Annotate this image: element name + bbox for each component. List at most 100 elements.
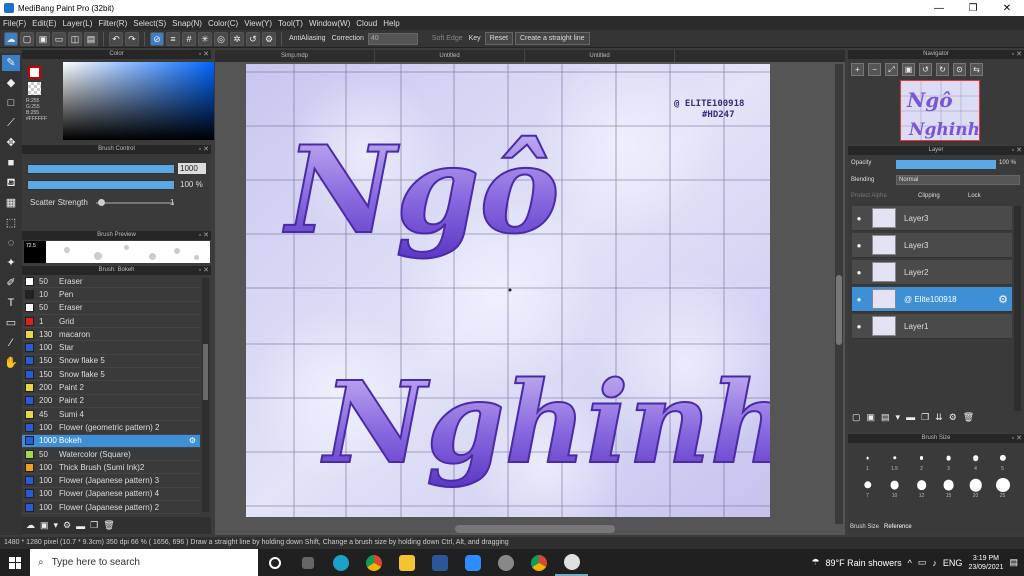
fill-rect-icon[interactable]: ■ xyxy=(2,155,20,171)
snap-settings-icon[interactable]: ⚙ xyxy=(262,31,276,46)
new-layer-icon[interactable]: ▢ xyxy=(852,412,861,423)
brush-list-item[interactable]: 1000 Bokeh ⚙ xyxy=(22,434,200,448)
bucket-tool-icon[interactable]: ⛾ xyxy=(2,175,20,191)
select-tool-icon[interactable]: ⬚ xyxy=(2,215,20,231)
tab-brush-size[interactable]: Brush Size xyxy=(850,524,879,530)
visibility-eye-icon[interactable]: ● xyxy=(852,295,866,304)
gradient-tool-icon[interactable]: ▦ xyxy=(2,195,20,211)
brush-size-value[interactable]: 1000 xyxy=(178,163,206,174)
select-pen-icon[interactable]: ✐ xyxy=(2,275,20,291)
minimize-button[interactable]: — xyxy=(922,3,956,14)
panel-close-icon[interactable]: ▫ ✕ xyxy=(199,266,209,275)
brush-size-option[interactable]: 1 xyxy=(854,448,881,473)
taskbar-search[interactable]: ⌕ Type here to search xyxy=(30,549,258,576)
brush-size-option[interactable]: 2 xyxy=(908,448,935,473)
close-button[interactable]: ✕ xyxy=(990,3,1024,14)
file-explorer-icon[interactable] xyxy=(390,549,423,576)
reset-rotation-icon[interactable]: ⊙ xyxy=(953,63,966,76)
reset-button[interactable]: Reset xyxy=(484,32,513,45)
brush-settings-icon[interactable]: ⚙ xyxy=(63,520,71,531)
rotate-right-icon[interactable]: ↻ xyxy=(936,63,949,76)
layer-row[interactable]: ● @ Elite100918 ⚙ xyxy=(852,287,1012,312)
panel-close-icon[interactable]: ▫ ✕ xyxy=(199,231,209,240)
snap-off-icon[interactable]: ⊘ xyxy=(150,31,164,46)
panel-close-icon[interactable]: ▫ ✕ xyxy=(199,50,209,59)
brush-size-slider[interactable] xyxy=(27,164,175,174)
soft-edge-checkbox[interactable]: Soft Edge xyxy=(430,35,465,42)
brush-size-option[interactable]: 20 xyxy=(962,475,989,500)
delete-icon[interactable]: 🗑 xyxy=(103,520,114,531)
panel-close-icon[interactable]: ▫ ✕ xyxy=(1012,146,1022,155)
line-tool-icon[interactable]: ⟋ xyxy=(2,115,20,131)
maximize-button[interactable]: ❐ xyxy=(956,3,990,14)
menu-cloud[interactable]: Cloud xyxy=(353,19,380,28)
notification-icon[interactable]: ▤ xyxy=(1009,557,1018,568)
panel-close-icon[interactable]: ▫ ✕ xyxy=(199,145,209,154)
canvas-vscroll-thumb[interactable] xyxy=(836,275,842,345)
clock[interactable]: 3:19 PM 23/09/2021 xyxy=(968,554,1003,572)
folder-icon[interactable]: ▬ xyxy=(76,521,85,531)
language-indicator[interactable]: ENG xyxy=(943,558,963,568)
menu-help[interactable]: Help xyxy=(380,19,402,28)
brush-list-item[interactable]: 130 macaron xyxy=(22,328,200,342)
zoom-in-icon[interactable]: + xyxy=(851,63,864,76)
dot-tool-icon[interactable]: □ xyxy=(2,95,20,111)
lasso-tool-icon[interactable]: ◌ xyxy=(2,235,20,251)
layer-row[interactable]: ● Layer3 xyxy=(852,206,1012,231)
tray-chevron-icon[interactable]: ^ xyxy=(908,558,912,568)
weather-icon[interactable]: ☂ xyxy=(811,557,819,568)
brush-size-option[interactable]: 15 xyxy=(935,475,962,500)
tab-reference[interactable]: Reference xyxy=(884,524,912,530)
visibility-eye-icon[interactable]: ● xyxy=(852,268,866,277)
brush-list-item[interactable]: 45 Sumi 4 xyxy=(22,408,200,422)
lock-checkbox[interactable]: Lock xyxy=(968,193,981,199)
delete-layer-icon[interactable]: 🗑 xyxy=(963,412,974,423)
duplicate-layer-icon[interactable]: ❐ xyxy=(921,412,929,423)
brush-list-scroll-thumb[interactable] xyxy=(203,344,208,400)
add-brush-icon[interactable]: ▣ xyxy=(40,520,49,531)
zoom-out-icon[interactable]: − xyxy=(868,63,881,76)
visibility-eye-icon[interactable]: ● xyxy=(852,241,866,250)
brush-list-item[interactable]: 100 Flower (geometric pattern) 2 xyxy=(22,421,200,435)
visibility-eye-icon[interactable]: ● xyxy=(852,214,866,223)
blending-select[interactable]: Normal xyxy=(896,175,1020,185)
protect-alpha-checkbox[interactable]: Protect Alpha xyxy=(851,193,887,199)
layer-folder-icon[interactable]: ▬ xyxy=(906,412,915,423)
scatter-slider-handle[interactable] xyxy=(98,199,105,206)
tab-untitled-1[interactable]: Untitled xyxy=(375,50,525,62)
layer-add-menu-icon[interactable]: ▾ xyxy=(896,412,901,423)
flip-icon[interactable]: ⇆ xyxy=(970,63,983,76)
menu-edit[interactable]: Edit(E) xyxy=(29,19,59,28)
panel-close-icon[interactable]: ▫ ✕ xyxy=(1012,434,1022,443)
zoom-icon[interactable] xyxy=(456,549,489,576)
brush-size-option[interactable]: 1.5 xyxy=(881,448,908,473)
brush-list-item[interactable]: 150 Snow flake 5 xyxy=(22,355,200,369)
drawing-canvas[interactable]: Ngô Nghinh @ ELITE100918 #HD247 xyxy=(246,64,770,517)
new-file-icon[interactable]: ▢ xyxy=(20,31,34,46)
tab-simp[interactable]: Simp.mdp xyxy=(215,50,375,62)
brush-opacity-slider[interactable] xyxy=(27,180,175,190)
saturation-value-picker[interactable] xyxy=(63,62,214,140)
merge-down-icon[interactable]: ⇊ xyxy=(935,412,943,423)
new-layer-8bit-icon[interactable]: ▣ xyxy=(867,412,876,423)
menu-layer[interactable]: Layer(L) xyxy=(60,19,96,28)
word-icon[interactable] xyxy=(423,549,456,576)
medibang-icon[interactable] xyxy=(555,549,588,576)
snap-concentric-icon[interactable]: ◎ xyxy=(214,31,228,46)
transparent-swatch[interactable] xyxy=(28,82,41,95)
scatter-slider[interactable] xyxy=(96,202,174,204)
layer-row[interactable]: ● Layer1 xyxy=(852,314,1012,339)
rotate-left-icon[interactable]: ↺ xyxy=(919,63,932,76)
eyedropper-icon[interactable]: ⁄ xyxy=(2,335,20,351)
antialias-label[interactable]: AntiAliasing xyxy=(287,35,328,42)
foreground-swatch[interactable] xyxy=(28,66,41,79)
visibility-eye-icon[interactable]: ● xyxy=(852,322,866,331)
brush-list-item[interactable]: 50 Eraser xyxy=(22,302,200,315)
create-straight-line-button[interactable]: Create a straight line xyxy=(514,32,590,45)
brush-size-option[interactable]: 12 xyxy=(908,475,935,500)
tab-untitled-2[interactable]: Untitled xyxy=(525,50,675,62)
weather-text[interactable]: 89°F Rain showers xyxy=(826,558,902,568)
redo-icon[interactable]: ↷ xyxy=(125,31,139,46)
brush-settings-gear-icon[interactable]: ⚙ xyxy=(189,436,196,445)
hand-tool-icon[interactable]: ✋ xyxy=(2,355,20,371)
